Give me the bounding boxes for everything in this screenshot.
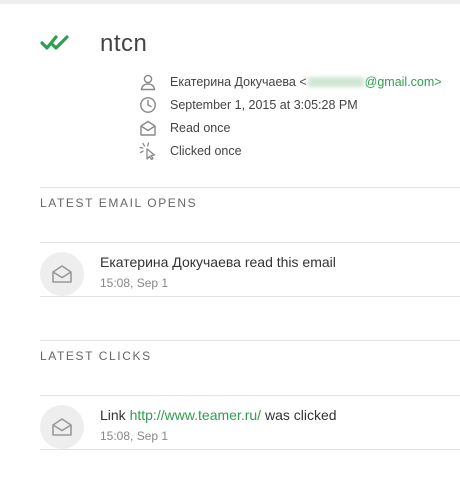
click-suffix: was clicked xyxy=(261,407,337,423)
divider xyxy=(40,242,460,243)
open-action: read this email xyxy=(240,254,336,270)
open-envelope-avatar-icon xyxy=(40,405,84,449)
email-header: ntcn xyxy=(40,28,460,68)
click-time: 15:08, Sep 1 xyxy=(100,429,169,443)
sender-email-domain[interactable]: @gmail.com> xyxy=(365,75,442,89)
click-row: Clicked once xyxy=(138,139,460,162)
clicked-link[interactable]: http://www.teamer.ru/ xyxy=(130,407,262,423)
click-description: Link http://www.teamer.ru/ was clicked xyxy=(100,407,337,423)
email-subject: ntcn xyxy=(100,30,148,57)
divider xyxy=(40,449,460,450)
open-description: Екатерина Докучаева read this email xyxy=(100,254,336,270)
open-envelope-icon xyxy=(138,118,158,138)
sent-date: September 1, 2015 at 3:05:28 PM xyxy=(170,97,358,112)
read-status: Read once xyxy=(170,120,231,135)
redacted-email xyxy=(307,76,364,87)
clock-icon xyxy=(138,95,158,115)
divider xyxy=(40,296,460,297)
cursor-click-icon xyxy=(138,141,158,161)
date-row: September 1, 2015 at 3:05:28 PM xyxy=(138,93,460,116)
double-check-icon xyxy=(40,34,74,52)
user-icon xyxy=(138,72,158,92)
sender-open: < xyxy=(299,74,307,89)
sender-name: Екатерина Докучаева xyxy=(170,74,296,89)
email-meta: Екатерина Докучаева < @gmail.com> Septemb… xyxy=(138,70,460,162)
open-reader-name: Екатерина Докучаева xyxy=(100,254,241,270)
divider xyxy=(40,395,460,396)
divider xyxy=(40,187,460,188)
section-title-opens: LATEST EMAIL OPENS xyxy=(40,196,198,210)
click-status: Clicked once xyxy=(170,143,242,158)
click-prefix: Link xyxy=(100,407,130,423)
section-title-clicks: LATEST CLICKS xyxy=(40,349,152,363)
divider xyxy=(40,340,460,341)
open-envelope-avatar-icon xyxy=(40,252,84,296)
open-time: 15:08, Sep 1 xyxy=(100,276,169,290)
read-row: Read once xyxy=(138,116,460,139)
sender-row: Екатерина Докучаева < @gmail.com> xyxy=(138,70,460,93)
